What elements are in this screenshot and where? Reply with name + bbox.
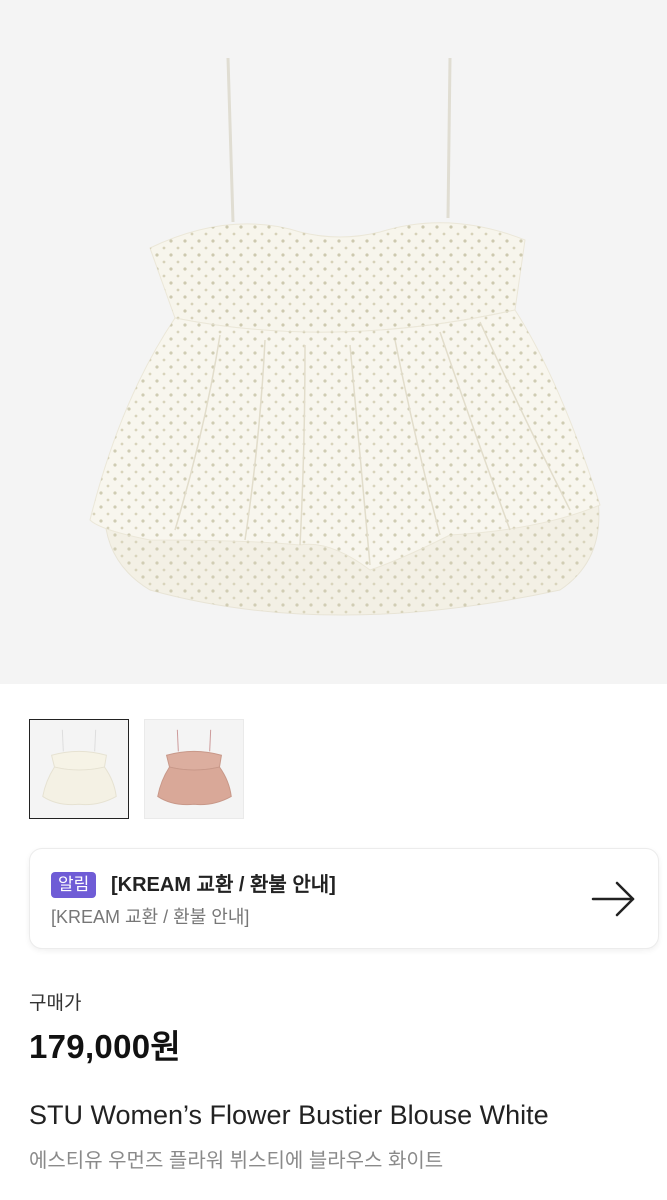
thumbnail-white[interactable]: [29, 719, 129, 819]
thumbnail-pink[interactable]: [144, 719, 244, 819]
thumbnail-pink-image: [157, 729, 232, 806]
blouse-illustration: [89, 57, 601, 616]
product-main-image[interactable]: [0, 0, 667, 684]
notice-subtitle: [KREAM 교환 / 환불 안내]: [51, 907, 250, 927]
notice-title: [KREAM 교환 / 환불 안내]: [111, 874, 336, 896]
product-name-en: STU Women’s Flower Bustier Blouse White: [29, 1100, 549, 1130]
thumbnail-list: [29, 719, 244, 819]
product-name-ko: 에스티유 우먼즈 플라워 뷔스티에 블라우스 화이트: [29, 1150, 444, 1172]
price-label: 구매가: [29, 993, 82, 1014]
notice-badge: 알림: [51, 872, 97, 898]
price-value: 179,000원: [29, 1028, 182, 1065]
arrow-right-icon[interactable]: [591, 879, 637, 919]
notice-banner[interactable]: 알림 [KREAM 교환 / 환불 안내] [KREAM 교환 / 환불 안내]: [29, 848, 659, 949]
thumbnail-white-image: [42, 729, 117, 806]
